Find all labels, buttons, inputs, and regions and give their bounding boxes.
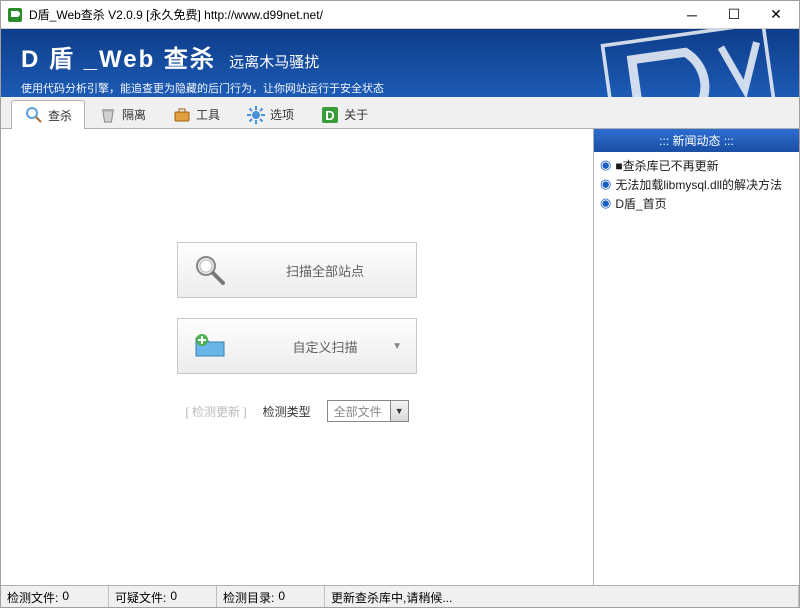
- news-item[interactable]: ◉ D盾_首页: [600, 194, 793, 213]
- search-icon: [24, 105, 44, 125]
- custom-scan-button[interactable]: 自定义扫描 ▼: [177, 318, 417, 374]
- news-text: D盾_首页: [615, 195, 666, 212]
- maximize-button[interactable]: ☐: [713, 2, 755, 28]
- status-db-update: 更新查杀库中,请稍候...: [325, 586, 799, 607]
- news-panel: ::: 新闻动态 ::: ◉ ■查杀库已不再更新 ◉ 无法加载libmysql.…: [593, 129, 799, 585]
- news-list: ◉ ■查杀库已不再更新 ◉ 无法加载libmysql.dll的解决方法 ◉ D盾…: [594, 152, 799, 217]
- folder-add-icon: [192, 328, 228, 364]
- news-item[interactable]: ◉ 无法加载libmysql.dll的解决方法: [600, 175, 793, 194]
- minimize-button[interactable]: ─: [671, 2, 713, 28]
- status-suspicious-value: 0: [170, 589, 177, 604]
- banner: D 盾 _Web 查杀 远离木马骚扰 使用代码分析引擎，能追查更为隐藏的后门行为…: [1, 29, 799, 97]
- tab-quarantine[interactable]: 隔离: [85, 100, 159, 128]
- window-title: D盾_Web查杀 V2.0.9 [永久免费] http://www.d99net…: [29, 6, 671, 23]
- custom-scan-label: 自定义扫描: [248, 337, 402, 356]
- bullet-icon: ◉: [600, 157, 611, 172]
- detect-type-select[interactable]: 全部文件 ▼: [327, 400, 409, 422]
- status-dirs: 检测目录: 0: [217, 586, 325, 607]
- tab-label: 查杀: [48, 107, 72, 124]
- tab-about[interactable]: D 关于: [307, 100, 381, 128]
- main-area: 扫描全部站点 自定义扫描 ▼ [ 检测更新 ] 检测类型 全部文件 ▼ ::: …: [1, 129, 799, 585]
- scan-all-button[interactable]: 扫描全部站点: [177, 242, 417, 298]
- scan-panel: 扫描全部站点 自定义扫描 ▼ [ 检测更新 ] 检测类型 全部文件 ▼: [1, 129, 593, 585]
- tab-label: 隔离: [122, 106, 146, 123]
- detect-options-row: [ 检测更新 ] 检测类型 全部文件 ▼: [185, 400, 408, 422]
- bullet-icon: ◉: [600, 195, 611, 210]
- banner-subtitle: 远离木马骚扰: [229, 54, 319, 71]
- briefcase-icon: [172, 105, 192, 125]
- close-button[interactable]: ✕: [755, 2, 797, 28]
- scan-all-label: 扫描全部站点: [248, 261, 402, 280]
- trash-icon: [98, 105, 118, 125]
- magnifier-icon: [192, 252, 228, 288]
- toolbar: 查杀 隔离 工具 选项 D 关于: [1, 97, 799, 129]
- news-header: ::: 新闻动态 :::: [594, 129, 799, 152]
- tab-scan[interactable]: 查杀: [11, 100, 85, 129]
- chevron-down-icon: ▼: [392, 341, 402, 352]
- tab-label: 关于: [344, 106, 368, 123]
- titlebar: D盾_Web查杀 V2.0.9 [永久免费] http://www.d99net…: [1, 1, 799, 29]
- news-text: ■查杀库已不再更新: [615, 157, 718, 174]
- statusbar: 检测文件: 0 可疑文件: 0 检测目录: 0 更新查杀库中,请稍候...: [1, 585, 799, 607]
- tab-label: 选项: [270, 106, 294, 123]
- bullet-icon: ◉: [600, 176, 611, 191]
- about-icon: D: [320, 105, 340, 125]
- detect-type-label: 检测类型: [263, 403, 311, 420]
- status-files: 检测文件: 0: [1, 586, 109, 607]
- news-item[interactable]: ◉ ■查杀库已不再更新: [600, 156, 793, 175]
- detect-type-value: 全部文件: [334, 403, 382, 420]
- status-files-value: 0: [62, 589, 69, 604]
- status-dirs-value: 0: [278, 589, 285, 604]
- svg-text:D: D: [325, 108, 334, 123]
- window-controls: ─ ☐ ✕: [671, 2, 797, 28]
- gear-icon: [246, 105, 266, 125]
- check-update-link[interactable]: [ 检测更新 ]: [185, 403, 246, 420]
- banner-logo: [592, 29, 787, 97]
- tab-label: 工具: [196, 106, 220, 123]
- app-icon: [7, 7, 23, 23]
- news-text: 无法加载libmysql.dll的解决方法: [615, 176, 782, 193]
- tab-tools[interactable]: 工具: [159, 100, 233, 128]
- status-suspicious: 可疑文件: 0: [109, 586, 217, 607]
- tab-options[interactable]: 选项: [233, 100, 307, 128]
- chevron-down-icon: ▼: [390, 401, 408, 421]
